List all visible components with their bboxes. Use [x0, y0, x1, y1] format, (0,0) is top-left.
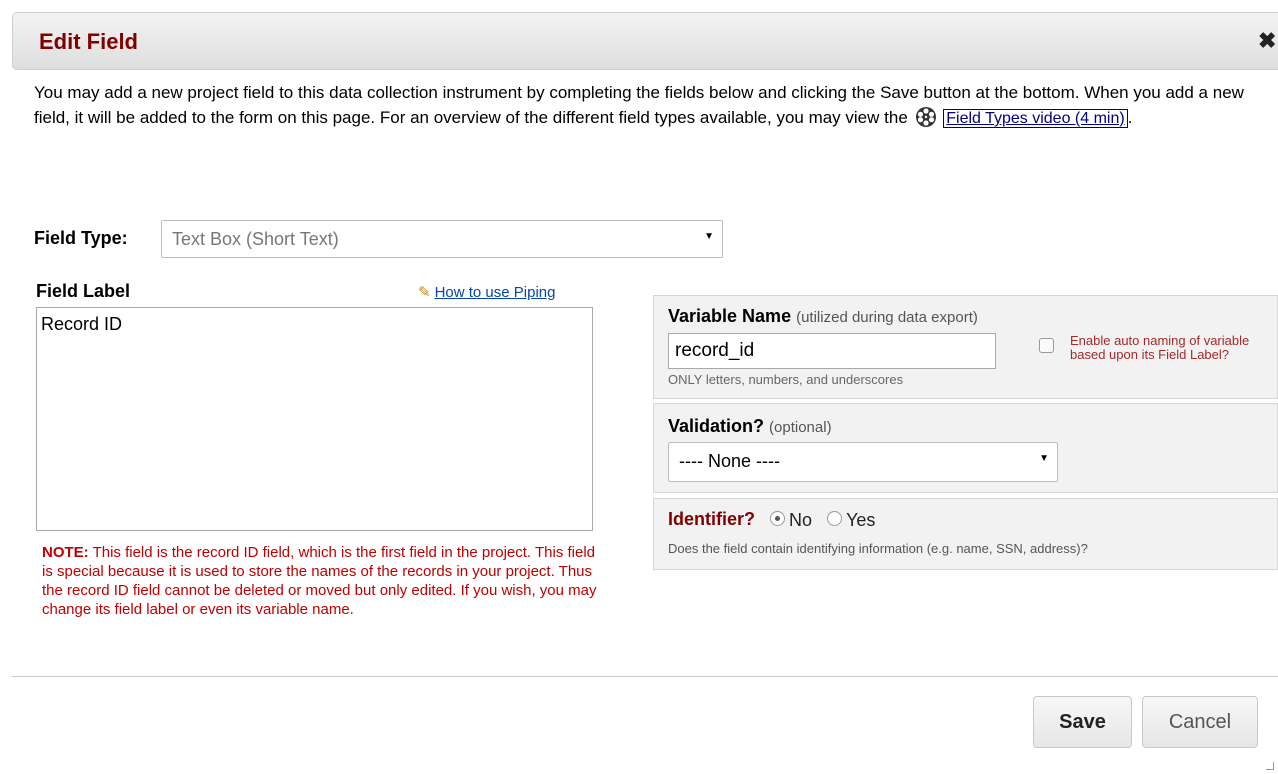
identifier-panel: Identifier? No Yes Does the field contai… [653, 498, 1278, 570]
identifier-no-label[interactable]: No [789, 510, 812, 530]
piping-link[interactable]: ✎ How to use Piping [418, 283, 555, 301]
close-icon[interactable]: ✖ [1258, 29, 1278, 53]
auto-naming-checkbox[interactable] [1039, 338, 1054, 353]
cancel-button[interactable]: Cancel [1142, 696, 1258, 748]
identifier-yes-radio[interactable] [827, 511, 843, 527]
field-type-value: Text Box (Short Text) [172, 229, 339, 249]
auto-naming-label[interactable]: Enable auto naming of variable based upo… [1070, 334, 1260, 362]
footer-divider [12, 676, 1278, 677]
note-text: This field is the record ID field, which… [42, 544, 597, 618]
field-type-select[interactable]: Text Box (Short Text) ▼ [161, 220, 723, 258]
validation-value: ---- None ---- [679, 451, 780, 471]
resize-handle-icon[interactable] [1266, 762, 1274, 770]
record-id-note: NOTE: This field is the record ID field,… [42, 543, 602, 619]
field-types-video-link[interactable]: Field Types video (4 min) [943, 109, 1128, 128]
edit-field-dialog: Edit Field ✖ You may add a new project f… [0, 0, 1278, 774]
save-button[interactable]: Save [1033, 696, 1132, 748]
dialog-titlebar[interactable]: Edit Field ✖ [12, 12, 1278, 70]
intro-text: You may add a new project field to this … [34, 80, 1264, 131]
identifier-title: Identifier? No Yes [668, 509, 875, 531]
validation-label: Validation? [668, 416, 765, 436]
dialog-content: You may add a new project field to this … [12, 70, 1278, 664]
intro-trailing: . [1127, 108, 1133, 127]
variable-name-sublabel: (utilized during data export) [796, 309, 978, 326]
variable-name-input[interactable]: record_id [668, 333, 996, 369]
dropdown-arrow-icon: ▼ [704, 231, 714, 242]
variable-name-hint: ONLY letters, numbers, and underscores [668, 372, 904, 387]
field-label-textarea[interactable]: Record ID [36, 307, 593, 531]
piping-link-text[interactable]: How to use Piping [435, 284, 556, 301]
identifier-label: Identifier? [668, 509, 756, 529]
dropdown-arrow-icon: ▼ [1039, 453, 1049, 464]
note-prefix: NOTE: [42, 544, 89, 561]
validation-select[interactable]: ---- None ---- ▼ [668, 442, 1058, 482]
field-label-heading: Field Label [36, 281, 131, 301]
field-type-label: Field Type: [34, 228, 128, 248]
film-reel-icon [915, 107, 936, 128]
identifier-hint: Does the field contain identifying infor… [668, 541, 1088, 556]
dialog-title: Edit Field [39, 29, 138, 54]
identifier-no-radio[interactable] [770, 511, 786, 527]
variable-name-title: Variable Name (utilized during data expo… [668, 306, 978, 327]
validation-panel: Validation? (optional) ---- None ---- ▼ [653, 403, 1278, 493]
variable-name-panel: Variable Name (utilized during data expo… [653, 295, 1278, 399]
identifier-yes-label[interactable]: Yes [846, 510, 875, 530]
validation-title: Validation? (optional) [668, 416, 832, 437]
pencil-icon: ✎ [418, 284, 431, 301]
variable-name-label: Variable Name [668, 306, 792, 326]
validation-sublabel: (optional) [769, 419, 832, 436]
